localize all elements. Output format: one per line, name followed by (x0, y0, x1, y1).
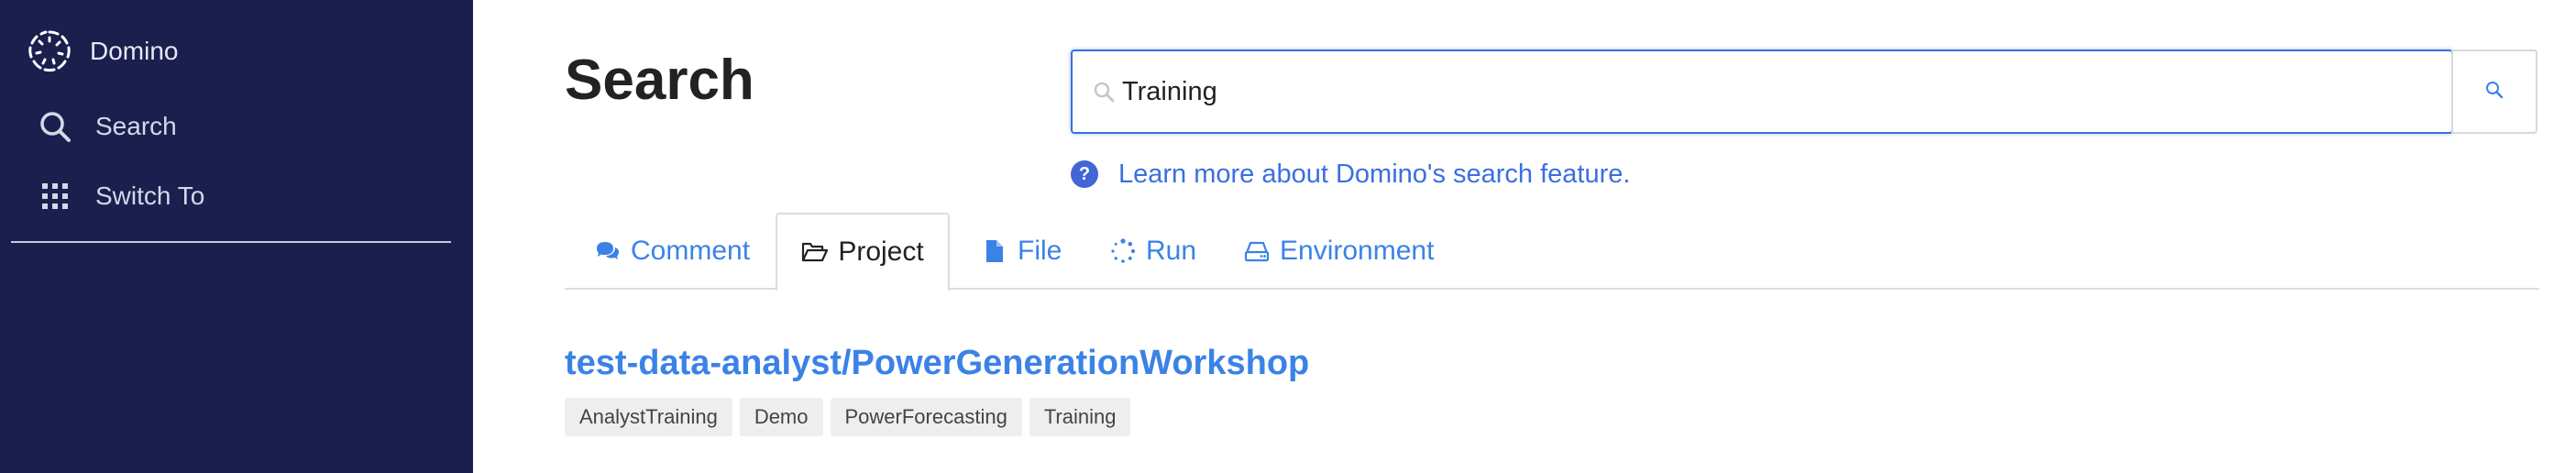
tab-label: Run (1146, 236, 1197, 266)
result-type-tabs: Comment Project File Run Environment (565, 213, 2539, 292)
search-icon (1091, 79, 1117, 104)
search-icon (2484, 80, 2504, 104)
file-icon (981, 237, 1008, 265)
tab-environment[interactable]: Environment (1243, 213, 1434, 290)
search-icon (37, 108, 73, 145)
comments-icon (594, 237, 622, 265)
sidebar-item-label: Switch To (95, 182, 205, 210)
sidebar: Domino Search Switch To (0, 0, 473, 473)
page-title: Search (565, 49, 754, 112)
tab-project[interactable]: Project (776, 213, 950, 292)
search-field[interactable] (1071, 50, 2453, 134)
result-tags: AnalystTraining Demo PowerForecasting Tr… (565, 398, 1131, 436)
tab-label: Comment (631, 236, 751, 266)
help-row: ? Learn more about Domino's search featu… (1071, 156, 1630, 192)
domino-logo-icon (26, 28, 73, 75)
result-project-link[interactable]: test-data-analyst/PowerGenerationWorksho… (565, 341, 1309, 385)
sidebar-divider (11, 241, 451, 243)
tab-label: File (1018, 236, 1062, 266)
sidebar-item-label: Search (95, 112, 177, 140)
folder-open-icon (801, 238, 829, 266)
hdd-icon (1243, 237, 1271, 265)
search-input[interactable] (1120, 75, 2407, 108)
sidebar-item-search[interactable]: Search (37, 104, 177, 149)
tab-label: Environment (1280, 236, 1435, 266)
search-help-link[interactable]: Learn more about Domino's search feature… (1118, 160, 1630, 190)
brand[interactable]: Domino (26, 28, 178, 75)
search-submit-button[interactable] (2451, 50, 2537, 134)
tab-run[interactable]: Run (1109, 213, 1196, 290)
tab-file[interactable]: File (981, 213, 1062, 290)
brand-name: Domino (90, 37, 179, 65)
sidebar-item-switch-to[interactable]: Switch To (37, 173, 204, 219)
tab-comment[interactable]: Comment (594, 213, 750, 290)
spinner-icon (1109, 237, 1137, 265)
tab-label: Project (838, 236, 924, 267)
tag-badge[interactable]: PowerForecasting (830, 398, 1022, 436)
question-circle-icon: ? (1071, 160, 1098, 188)
tag-badge[interactable]: Training (1029, 398, 1131, 436)
tag-badge[interactable]: Demo (739, 398, 823, 436)
tag-badge[interactable]: AnalystTraining (565, 398, 732, 436)
grid-icon (37, 178, 73, 214)
